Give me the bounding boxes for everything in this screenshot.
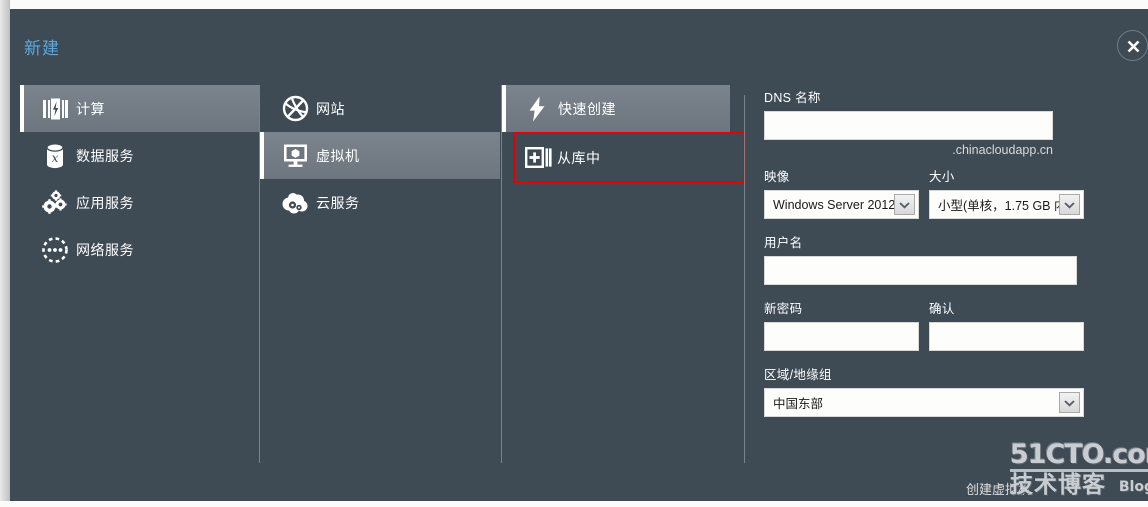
gears-icon <box>34 189 76 216</box>
website-icon <box>274 95 316 122</box>
lightning-icon <box>516 96 558 122</box>
username-field-group: 用户名 <box>764 232 1084 285</box>
watermark-main: 51CTO.com <box>1010 439 1148 470</box>
sidebar-item-label: 数据服务 <box>76 147 134 164</box>
page-title: 新建 <box>24 39 60 58</box>
new-resource-dialog: 新建 计算 x 数据服务 应用服务 网络服务 网站 虚拟机 云服务 快速创建 从… <box>0 0 1148 501</box>
sidebar-item-label: 计算 <box>76 100 105 117</box>
compute-icon <box>34 98 76 120</box>
dns-label: DNS 名称 <box>764 91 821 105</box>
svg-text:x: x <box>52 151 59 165</box>
watermark-rule <box>1010 469 1148 472</box>
watermark-blog: Blog <box>1118 479 1148 495</box>
dialog-panel: 新建 计算 x 数据服务 应用服务 网络服务 网站 虚拟机 云服务 快速创建 从… <box>10 9 1148 501</box>
image-select[interactable]: Windows Server 2012 R <box>764 190 919 219</box>
mode-column: 快速创建 从库中 <box>502 85 745 501</box>
username-label: 用户名 <box>764 236 803 250</box>
new-password-input[interactable] <box>764 322 919 351</box>
region-label: 区域/地缘组 <box>764 368 832 382</box>
footer-note: 创建虚拟机 <box>966 482 1032 497</box>
sidebar-item-website[interactable]: 网站 <box>260 85 500 132</box>
sidebar-item-label: 虚拟机 <box>316 147 360 164</box>
confirm-password-label: 确认 <box>929 302 955 316</box>
sidebar-item-label: 云服务 <box>316 194 360 211</box>
chevron-down-icon <box>894 194 915 215</box>
username-input[interactable] <box>764 256 1077 285</box>
password-row: 新密码 确认 <box>764 298 1084 351</box>
mode-item-label: 快速创建 <box>558 100 616 117</box>
service-column: 网站 虚拟机 云服务 <box>260 85 500 501</box>
size-label: 大小 <box>929 170 955 184</box>
cloud-service-icon <box>274 191 316 215</box>
confirm-password-input[interactable] <box>929 322 1084 351</box>
image-size-row: 映像 Windows Server 2012 R 大小 小型(单核，1.75 G… <box>764 166 1084 219</box>
size-select-value: 小型(单核，1.75 GB 内 <box>938 199 1059 213</box>
sidebar-item-label: 网站 <box>316 100 345 117</box>
network-icon <box>34 236 76 264</box>
new-password-field-group: 新密码 <box>764 298 919 351</box>
new-password-label: 新密码 <box>764 302 803 316</box>
size-field-group: 大小 小型(单核，1.75 GB 内 <box>929 166 1084 219</box>
dns-input[interactable] <box>764 111 1053 140</box>
confirm-password-field-group: 确认 <box>929 298 1084 351</box>
gallery-icon <box>521 145 557 171</box>
region-select-value: 中国东部 <box>773 397 824 411</box>
sidebar-item-compute[interactable]: 计算 <box>20 85 259 132</box>
database-icon: x <box>34 142 76 169</box>
sidebar-item-data-services[interactable]: x 数据服务 <box>20 132 259 179</box>
sidebar-item-label: 网络服务 <box>76 241 134 258</box>
sidebar-item-network-services[interactable]: 网络服务 <box>20 226 259 273</box>
mode-item-quick-create[interactable]: 快速创建 <box>502 85 730 132</box>
vm-creation-form: DNS 名称 .chinacloudapp.cn 映像 Windows Serv… <box>764 87 1084 417</box>
form-divider <box>744 95 745 463</box>
category-column: 计算 x 数据服务 应用服务 网络服务 <box>20 85 259 501</box>
region-field-group: 区域/地缘组 中国东部 <box>764 364 1084 417</box>
chevron-down-icon <box>1059 392 1080 413</box>
image-select-value: Windows Server 2012 R <box>773 197 894 212</box>
size-select[interactable]: 小型(单核，1.75 GB 内 <box>929 190 1084 219</box>
mode-item-from-gallery[interactable]: 从库中 <box>513 132 745 183</box>
virtual-machine-icon <box>274 143 316 168</box>
sidebar-item-label: 应用服务 <box>76 194 134 211</box>
top-gap <box>0 0 1148 9</box>
left-scroll-rail[interactable] <box>0 0 10 501</box>
close-button[interactable] <box>1117 30 1148 61</box>
region-select[interactable]: 中国东部 <box>764 388 1084 417</box>
close-icon <box>1118 38 1147 55</box>
sidebar-item-cloud-service[interactable]: 云服务 <box>260 179 500 226</box>
dns-field-group: DNS 名称 .chinacloudapp.cn <box>764 87 1084 157</box>
chevron-down-icon <box>1059 194 1080 215</box>
image-label: 映像 <box>764 170 790 184</box>
mode-item-label: 从库中 <box>557 149 601 166</box>
sidebar-item-app-services[interactable]: 应用服务 <box>20 179 259 226</box>
sidebar-item-virtual-machine[interactable]: 虚拟机 <box>260 132 500 179</box>
image-field-group: 映像 Windows Server 2012 R <box>764 166 919 219</box>
dns-suffix: .chinacloudapp.cn <box>952 143 1053 157</box>
